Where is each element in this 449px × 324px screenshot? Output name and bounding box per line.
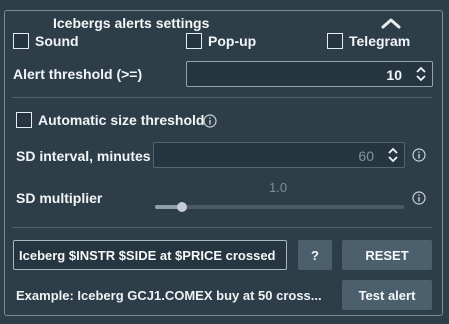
auto-size-checkbox[interactable] [16, 112, 32, 128]
chevron-up-icon [381, 18, 401, 29]
info-icon[interactable] [203, 114, 217, 128]
divider [12, 227, 432, 228]
help-button[interactable]: ? [298, 240, 332, 270]
sd-multiplier-label: SD multiplier [16, 190, 103, 206]
spin-arrows-icon[interactable] [388, 147, 398, 163]
panel-title: Icebergs alerts settings [39, 13, 224, 33]
divider [12, 97, 432, 98]
alert-threshold-value: 10 [386, 67, 402, 83]
sound-label: Sound [35, 33, 79, 49]
example-text: Example: Iceberg GCJ1.COMEX buy at 50 cr… [16, 288, 322, 303]
sd-interval-value: 60 [358, 148, 374, 164]
auto-size-option[interactable]: Automatic size threshold [16, 112, 204, 128]
telegram-option[interactable]: Telegram [327, 33, 410, 49]
info-icon[interactable] [412, 148, 426, 162]
alert-threshold-spinbox[interactable]: 10 [186, 61, 433, 87]
auto-size-label: Automatic size threshold [38, 112, 205, 128]
spin-arrows-icon[interactable] [416, 66, 426, 82]
telegram-checkbox[interactable] [327, 33, 343, 49]
telegram-label: Telegram [349, 33, 411, 49]
popup-label: Pop-up [208, 33, 257, 49]
alert-template-input[interactable]: Iceberg $INSTR $SIDE at $PRICE crossed [13, 240, 287, 270]
sd-interval-label: SD interval, minutes [16, 148, 151, 164]
alert-threshold-label: Alert threshold (>=) [13, 66, 143, 82]
slider-track [155, 205, 404, 209]
sd-multiplier-value: 1.0 [269, 180, 288, 195]
popup-checkbox[interactable] [186, 33, 202, 49]
info-icon[interactable] [412, 191, 426, 205]
sound-checkbox[interactable] [13, 33, 29, 49]
test-alert-button[interactable]: Test alert [342, 280, 432, 310]
popup-option[interactable]: Pop-up [186, 33, 256, 49]
sound-option[interactable]: Sound [13, 33, 79, 49]
sd-interval-spinbox[interactable]: 60 [153, 142, 405, 168]
reset-button[interactable]: RESET [342, 240, 432, 270]
collapse-button[interactable] [365, 13, 417, 33]
